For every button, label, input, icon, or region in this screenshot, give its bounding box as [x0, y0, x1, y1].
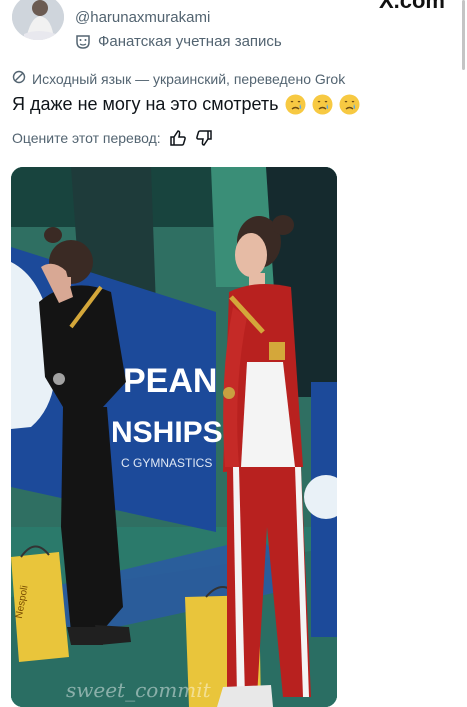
- translation-source-text: Исходный язык — украинский, переведено G…: [32, 70, 346, 87]
- crying-face-icon: [285, 94, 306, 115]
- translation-source-row: Исходный язык — украинский, переведено G…: [12, 70, 345, 87]
- crying-face-icon: [339, 94, 360, 115]
- tweet-text-row: Я даже не могу на это смотреть: [12, 94, 360, 115]
- photo-icon: PEAN NSHIPS C GYMNASTICS Nespoli sweet_c…: [11, 167, 337, 707]
- scrollbar[interactable]: [462, 0, 465, 70]
- translate-icon: [12, 70, 26, 87]
- theater-mask-icon: [75, 34, 91, 50]
- user-avatar-icon[interactable]: [12, 0, 64, 40]
- banner-text-1: PEAN: [123, 362, 217, 400]
- translation-rating-row: Оцените этот перевод:: [12, 129, 213, 147]
- banner-text-3: C GYMNASTICS: [121, 456, 212, 470]
- user-handle[interactable]: @harunaxmurakami: [75, 9, 210, 26]
- watermark: sweet_commit: [66, 678, 212, 702]
- brand-logo[interactable]: X.com: [379, 0, 445, 14]
- account-badge-label: Фанатская учетная запись: [98, 33, 282, 50]
- rating-prompt: Оцените этот перевод:: [12, 130, 161, 146]
- thumbs-down-icon[interactable]: [195, 129, 213, 147]
- thumbs-up-icon[interactable]: [169, 129, 187, 147]
- crying-face-icon: [312, 94, 333, 115]
- account-badge-row: Фанатская учетная запись: [75, 33, 282, 50]
- tweet-photo[interactable]: PEAN NSHIPS C GYMNASTICS Nespoli sweet_c…: [11, 167, 337, 707]
- banner-text-2: NSHIPS: [111, 416, 223, 449]
- tweet-text: Я даже не могу на это смотреть: [12, 94, 279, 114]
